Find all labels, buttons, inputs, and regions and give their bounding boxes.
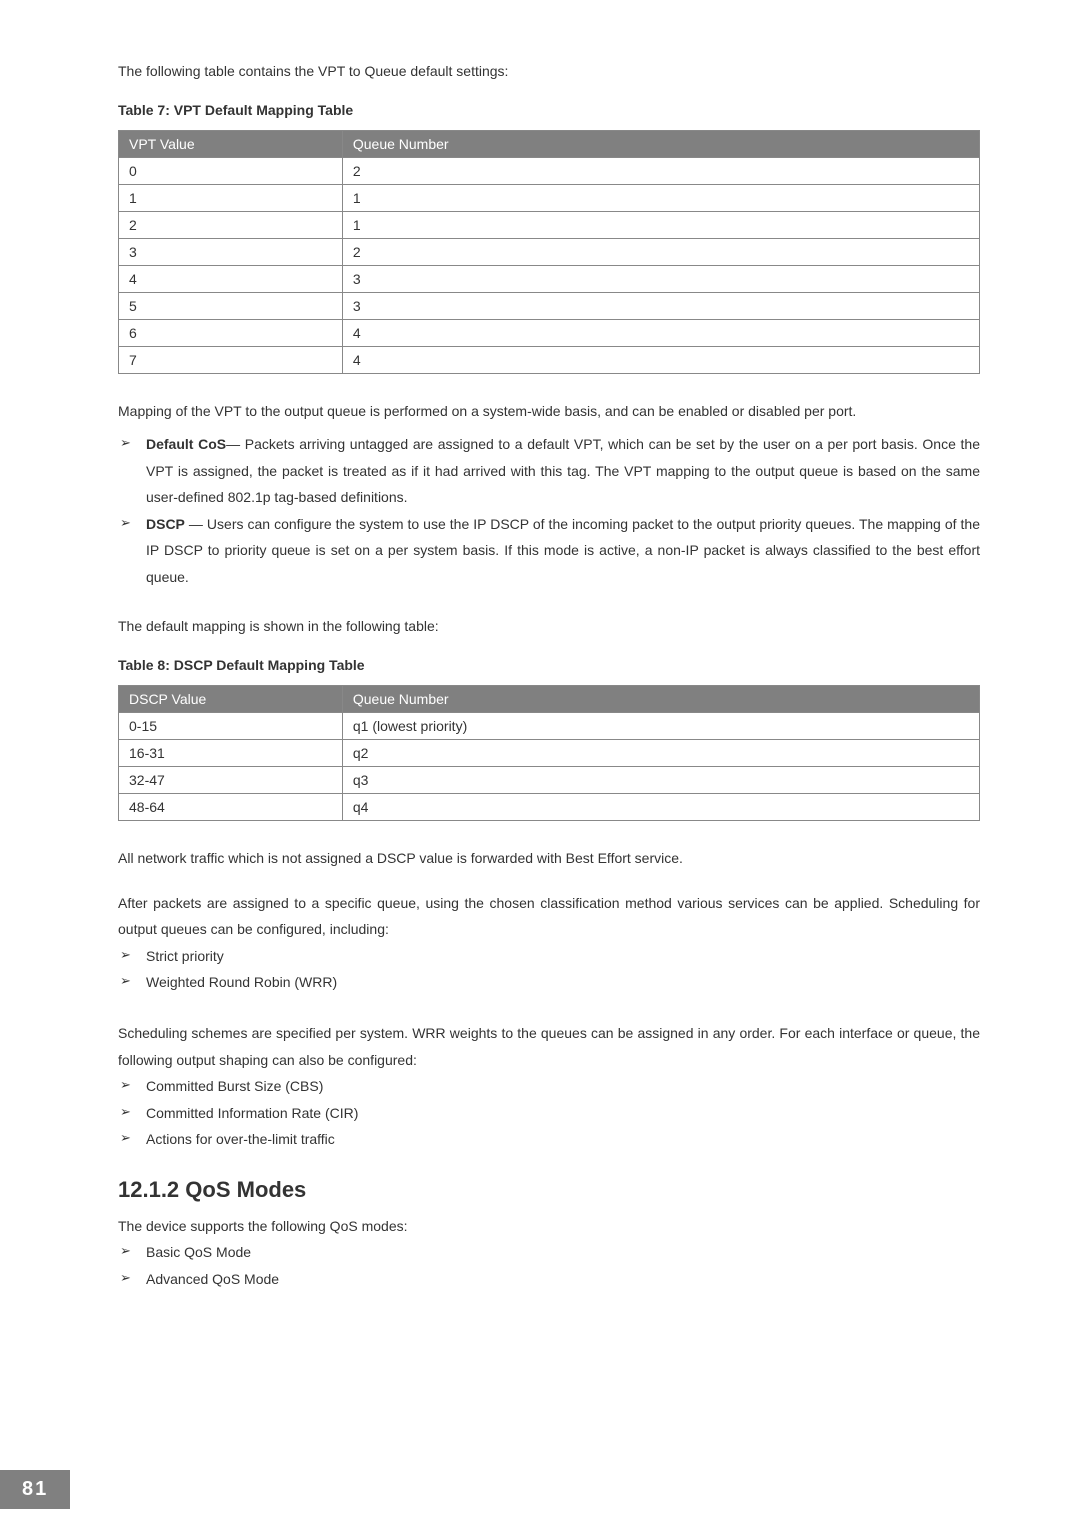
- list-item: Default CoS— Packets arriving untagged a…: [118, 431, 980, 511]
- cell-dscp: 32-47: [119, 766, 343, 793]
- table-row: 3 2: [119, 239, 980, 266]
- paragraph-best-effort: All network traffic which is not assigne…: [118, 845, 980, 872]
- paragraph-after-packets: After packets are assigned to a specific…: [118, 890, 980, 943]
- cell-queue: 4: [342, 347, 979, 374]
- cell-vpt: 2: [119, 212, 343, 239]
- default-mapping-intro: The default mapping is shown in the foll…: [118, 615, 980, 637]
- table-row: 6 4: [119, 320, 980, 347]
- term-text: — Packets arriving untagged are assigned…: [146, 436, 980, 505]
- term-bold: DSCP: [146, 516, 185, 532]
- table8-header-queue: Queue Number: [342, 685, 979, 712]
- bullet-list-3: Committed Burst Size (CBS)Committed Info…: [118, 1073, 980, 1153]
- cell-vpt: 4: [119, 266, 343, 293]
- page-content: The following table contains the VPT to …: [0, 0, 1080, 1293]
- list-item: DSCP — Users can configure the system to…: [118, 511, 980, 591]
- table-row: 0-15 q1 (lowest priority): [119, 712, 980, 739]
- table8-caption: Table 8: DSCP Default Mapping Table: [118, 657, 980, 673]
- bullet-list-4: Basic QoS ModeAdvanced QoS Mode: [118, 1239, 980, 1292]
- list-item: Basic QoS Mode: [118, 1239, 980, 1266]
- term-text: — Users can configure the system to use …: [146, 516, 980, 585]
- cell-dscp: 16-31: [119, 739, 343, 766]
- table-row: 1 1: [119, 185, 980, 212]
- cell-dscp: 0-15: [119, 712, 343, 739]
- list-item: Actions for over-the-limit traffic: [118, 1126, 980, 1153]
- cell-vpt: 0: [119, 158, 343, 185]
- table-row: 7 4: [119, 347, 980, 374]
- section-heading-qos-modes: 12.1.2 QoS Modes: [118, 1177, 980, 1203]
- cell-vpt: 6: [119, 320, 343, 347]
- cell-queue: 2: [342, 158, 979, 185]
- cell-vpt: 1: [119, 185, 343, 212]
- list-item: Committed Information Rate (CIR): [118, 1100, 980, 1127]
- list-item: Weighted Round Robin (WRR): [118, 969, 980, 996]
- table-row: 5 3: [119, 293, 980, 320]
- cell-vpt: 3: [119, 239, 343, 266]
- term-bold: Default CoS: [146, 436, 226, 452]
- list-item: Advanced QoS Mode: [118, 1266, 980, 1293]
- cell-dscp: 48-64: [119, 793, 343, 820]
- table7-header-queue: Queue Number: [342, 131, 979, 158]
- table-row: 16-31 q2: [119, 739, 980, 766]
- cell-queue: 1: [342, 185, 979, 212]
- cell-queue: 4: [342, 320, 979, 347]
- cell-queue: 3: [342, 293, 979, 320]
- table-header-row: VPT Value Queue Number: [119, 131, 980, 158]
- table-header-row: DSCP Value Queue Number: [119, 685, 980, 712]
- cell-queue: 1: [342, 212, 979, 239]
- cell-queue: 2: [342, 239, 979, 266]
- cell-vpt: 7: [119, 347, 343, 374]
- cell-queue: q3: [342, 766, 979, 793]
- bullet-list-2: Strict priorityWeighted Round Robin (WRR…: [118, 943, 980, 996]
- table7-caption: Table 7: VPT Default Mapping Table: [118, 102, 980, 118]
- table8-header-dscp: DSCP Value: [119, 685, 343, 712]
- page-number-badge: 81: [0, 1470, 70, 1509]
- paragraph-device-supports: The device supports the following QoS mo…: [118, 1213, 980, 1240]
- table7-header-vpt: VPT Value: [119, 131, 343, 158]
- cell-queue: q1 (lowest priority): [342, 712, 979, 739]
- table8-body: 0-15 q1 (lowest priority) 16-31 q2 32-47…: [119, 712, 980, 820]
- table-row: 48-64 q4: [119, 793, 980, 820]
- table-dscp-mapping: DSCP Value Queue Number 0-15 q1 (lowest …: [118, 685, 980, 821]
- table-vpt-mapping: VPT Value Queue Number 0 2 1 1 2 1 3 2 4…: [118, 130, 980, 374]
- cell-queue: 3: [342, 266, 979, 293]
- bullet-list-1: Default CoS— Packets arriving untagged a…: [118, 431, 980, 591]
- table-row: 32-47 q3: [119, 766, 980, 793]
- table-row: 2 1: [119, 212, 980, 239]
- mapping-intro-paragraph: Mapping of the VPT to the output queue i…: [118, 398, 980, 425]
- cell-queue: q2: [342, 739, 979, 766]
- table7-body: 0 2 1 1 2 1 3 2 4 3 5 3 6 4 7 4: [119, 158, 980, 374]
- list-item: Strict priority: [118, 943, 980, 970]
- intro-paragraph-1: The following table contains the VPT to …: [118, 60, 980, 82]
- paragraph-scheduling-schemes: Scheduling schemes are specified per sys…: [118, 1020, 980, 1073]
- table-row: 4 3: [119, 266, 980, 293]
- cell-vpt: 5: [119, 293, 343, 320]
- table-row: 0 2: [119, 158, 980, 185]
- cell-queue: q4: [342, 793, 979, 820]
- list-item: Committed Burst Size (CBS): [118, 1073, 980, 1100]
